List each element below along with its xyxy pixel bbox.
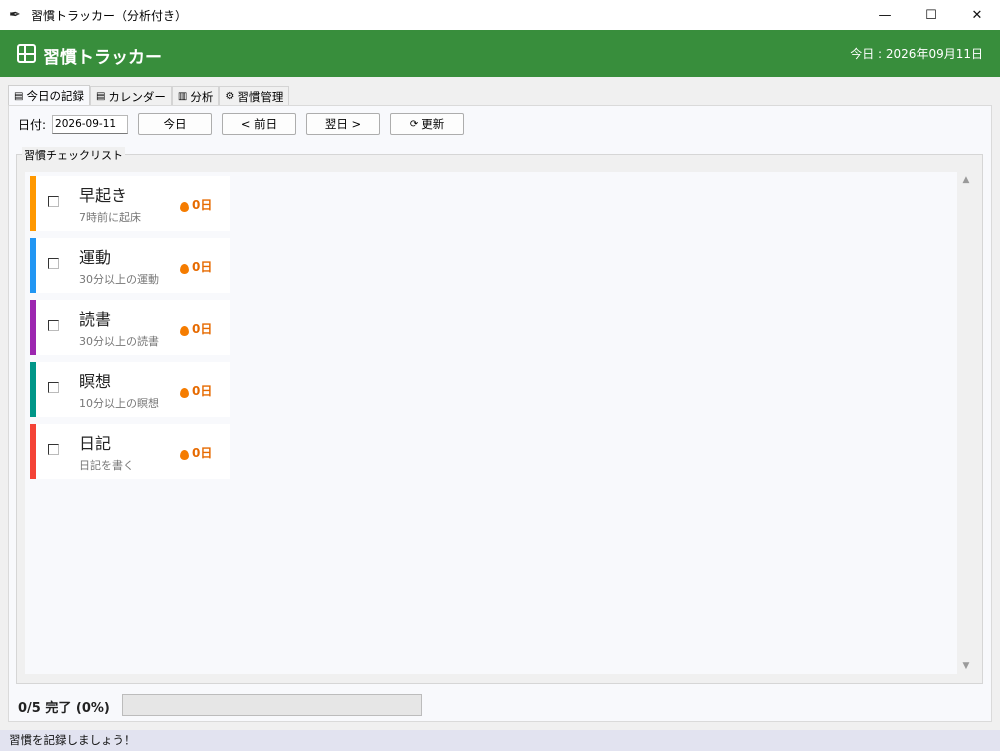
habit-color-bar (30, 238, 36, 293)
prev-day-button[interactable]: < 前日 (222, 113, 297, 135)
habit-checkbox[interactable] (48, 382, 59, 393)
habit-checkbox[interactable] (48, 258, 59, 269)
habit-description: 日記を書く (79, 459, 134, 472)
window-title: 習慣トラッカー（分析付き） (31, 8, 188, 23)
gear-icon: ⚙ (225, 91, 235, 102)
habit-name: 日記 (79, 434, 112, 453)
calendar-icon: ▤ (95, 91, 106, 102)
flame-icon (180, 387, 189, 398)
date-toolbar: 日付: 2026-09-11 今日 < 前日 翌日 > ⟳ 更新 (18, 113, 474, 135)
flame-icon (180, 449, 189, 460)
habit-streak: 0日 (180, 444, 212, 461)
habit-streak: 0日 (180, 320, 212, 337)
habit-color-bar (30, 300, 36, 355)
habit-description: 7時前に起床 (79, 211, 141, 224)
habit-description: 30分以上の読書 (79, 335, 159, 348)
app-title: 習慣トラッカー (43, 48, 162, 68)
date-input[interactable]: 2026-09-11 (52, 114, 129, 134)
tab-habit-management[interactable]: ⚙ 習慣管理 (219, 86, 290, 106)
tab-label: 分析 (190, 89, 214, 104)
streak-count: 0日 (192, 384, 213, 398)
habit-checkbox[interactable] (48, 320, 59, 331)
streak-count: 0日 (192, 446, 213, 460)
tab-today-record[interactable]: ▤ 今日の記録 (8, 85, 90, 106)
chart-icon: ▥ (177, 91, 188, 102)
progress-summary: 0/5 完了 (0%) (18, 701, 110, 716)
refresh-icon: ⟳ (409, 118, 419, 130)
streak-count: 0日 (192, 260, 213, 274)
minimize-button[interactable]: — (862, 0, 908, 30)
habit-row: 日記 日記を書く 0日 (30, 424, 230, 479)
habit-streak: 0日 (180, 258, 212, 275)
habit-row: 瞑想 10分以上の瞑想 0日 (30, 362, 230, 417)
tab-calendar[interactable]: ▤ カレンダー (89, 86, 172, 106)
flame-icon (180, 263, 189, 274)
streak-count: 0日 (192, 322, 213, 336)
checklist-group-label: 習慣チェックリスト (22, 147, 125, 163)
habit-checkbox[interactable] (48, 444, 59, 455)
progress-bar (122, 694, 422, 716)
habit-row: 早起き 7時前に起床 0日 (30, 176, 230, 231)
calendar-icon: ▤ (14, 90, 24, 102)
habit-streak: 0日 (180, 382, 212, 399)
habit-row: 運動 30分以上の運動 0日 (30, 238, 230, 293)
maximize-button[interactable]: ☐ (908, 0, 954, 30)
refresh-label: 更新 (421, 117, 445, 131)
habit-color-bar (30, 362, 36, 417)
habit-description: 10分以上の瞑想 (79, 397, 159, 410)
habit-name: 読書 (79, 310, 112, 329)
habit-description: 30分以上の運動 (79, 273, 159, 286)
tab-label: カレンダー (108, 89, 166, 104)
habit-row: 読書 30分以上の読書 0日 (30, 300, 230, 355)
scroll-down-arrow[interactable]: ▼ (957, 661, 975, 671)
today-date-label: 今日 : 2026年09月11日 (850, 47, 983, 61)
next-day-button[interactable]: 翌日 > (306, 113, 381, 135)
app-header: 習慣トラッカー 今日 : 2026年09月11日 (0, 30, 1000, 77)
habit-name: 瞑想 (79, 372, 112, 391)
tab-bar: ▤ 今日の記録 ▤ カレンダー ▥ 分析 ⚙ 習慣管理 (8, 85, 290, 106)
tab-label: 今日の記録 (26, 89, 84, 103)
list-scrollbar[interactable]: ▲ ▼ (957, 172, 975, 674)
close-button[interactable]: ✕ (954, 0, 1000, 30)
tab-label: 習慣管理 (237, 89, 284, 104)
habit-checkbox[interactable] (48, 196, 59, 207)
habit-color-bar (30, 176, 36, 231)
flame-icon (180, 325, 189, 336)
streak-count: 0日 (192, 198, 213, 212)
tab-analysis[interactable]: ▥ 分析 (171, 86, 220, 106)
refresh-button[interactable]: ⟳ 更新 (390, 113, 465, 135)
window-titlebar: ✒ 習慣トラッカー（分析付き） — ☐ ✕ (0, 0, 1000, 30)
status-bar: 習慣を記録しましょう！ (0, 730, 1000, 751)
habit-name: 早起き (79, 186, 128, 205)
date-label: 日付: (18, 117, 47, 132)
habit-name: 運動 (79, 248, 112, 267)
habit-streak: 0日 (180, 196, 212, 213)
grid-logo-icon (17, 44, 36, 63)
flame-icon (180, 201, 189, 212)
feather-icon: ✒ (9, 7, 21, 23)
window-controls: — ☐ ✕ (862, 0, 1000, 30)
today-button[interactable]: 今日 (138, 113, 213, 135)
habit-color-bar (30, 424, 36, 479)
scroll-up-arrow[interactable]: ▲ (957, 175, 975, 185)
